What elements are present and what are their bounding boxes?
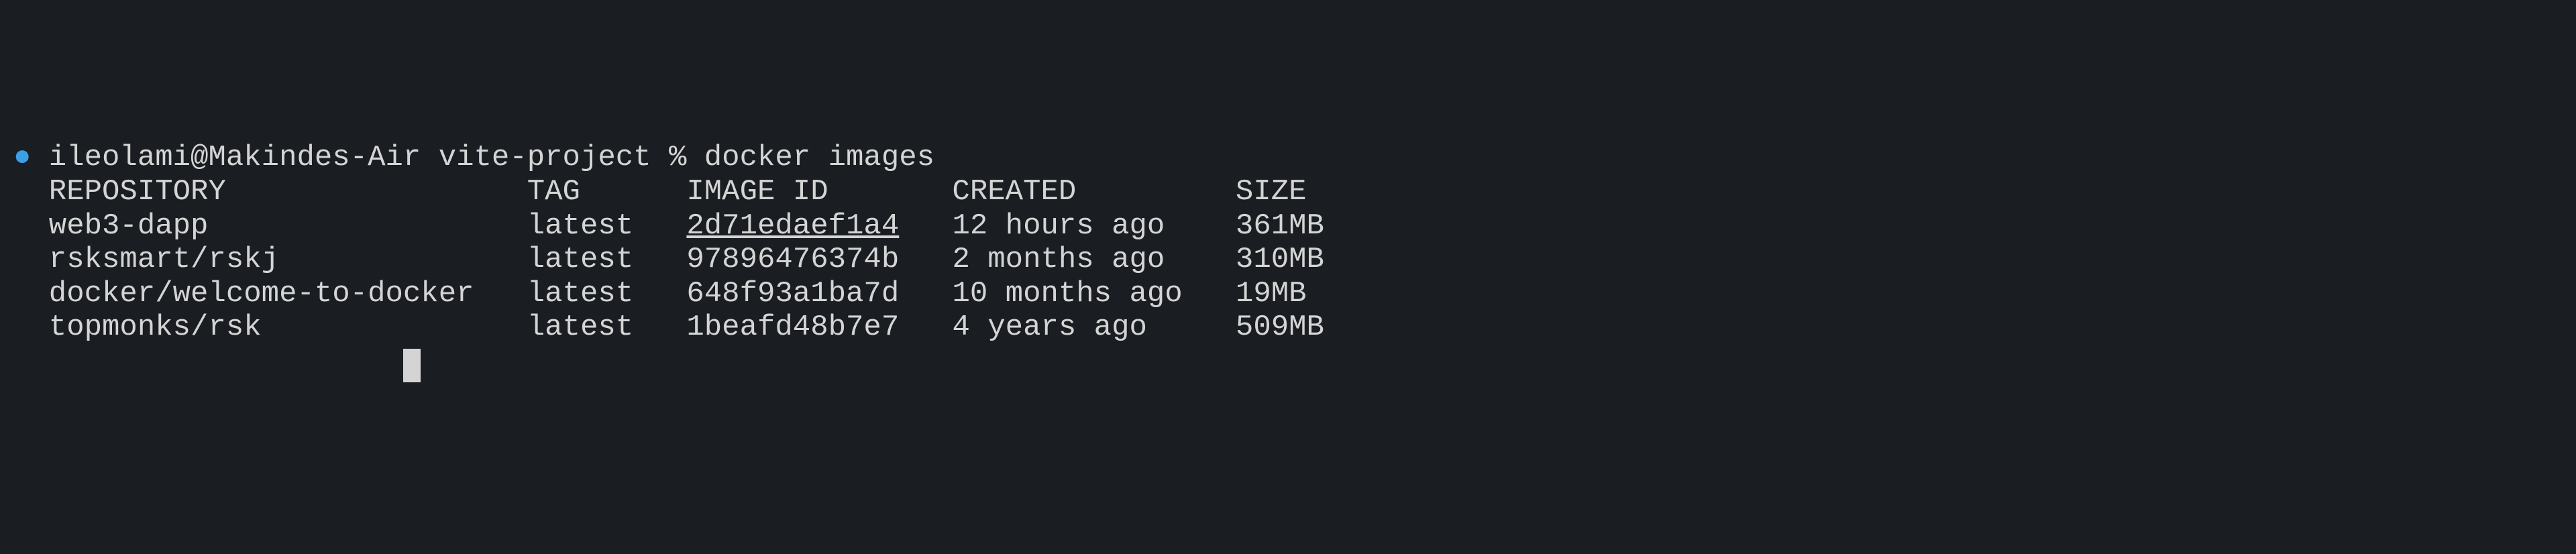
row-repo-tag: topmonks/rsk latest <box>13 311 686 344</box>
row-repo-tag: rsksmart/rskj latest <box>13 243 686 276</box>
image-id: 97896476374b <box>686 243 899 276</box>
terminal-output: ● ileolami@Makindes-Air vite-project % d… <box>13 141 2563 378</box>
table-row: docker/welcome-to-docker latest 648f93a1… <box>13 277 2563 311</box>
image-id: 1beafd48b7e7 <box>686 311 899 344</box>
row-created-size: 4 years ago 509MB <box>899 311 1324 344</box>
table-row: topmonks/rsk latest 1beafd48b7e7 4 years… <box>13 311 2563 345</box>
row-created-size: 12 hours ago 361MB <box>899 209 1324 243</box>
row-repo-tag: web3-dapp latest <box>13 209 686 243</box>
command-text: docker images <box>704 141 934 174</box>
prompt-line[interactable]: ● ileolami@Makindes-Air vite-project % d… <box>13 141 2563 175</box>
table-row: rsksmart/rskj latest 97896476374b 2 mont… <box>13 243 2563 277</box>
image-id: 648f93a1ba7d <box>686 277 899 311</box>
cursor-icon <box>403 349 421 382</box>
cursor-padding <box>13 345 403 378</box>
prompt-bullet-icon: ● <box>13 141 31 175</box>
row-repo-tag: docker/welcome-to-docker latest <box>13 277 686 311</box>
cursor-line[interactable] <box>13 345 2563 379</box>
table-row: web3-dapp latest 2d71edaef1a4 12 hours a… <box>13 209 2563 243</box>
table-header-cells: REPOSITORY TAG IMAGE ID CREATED SIZE <box>13 175 1307 209</box>
prompt-text: ileolami@Makindes-Air vite-project % <box>31 141 704 174</box>
image-id: 2d71edaef1a4 <box>686 209 899 243</box>
table-header-row: REPOSITORY TAG IMAGE ID CREATED SIZE <box>13 175 2563 209</box>
row-created-size: 10 months ago 19MB <box>899 277 1306 311</box>
row-created-size: 2 months ago 310MB <box>899 243 1324 276</box>
